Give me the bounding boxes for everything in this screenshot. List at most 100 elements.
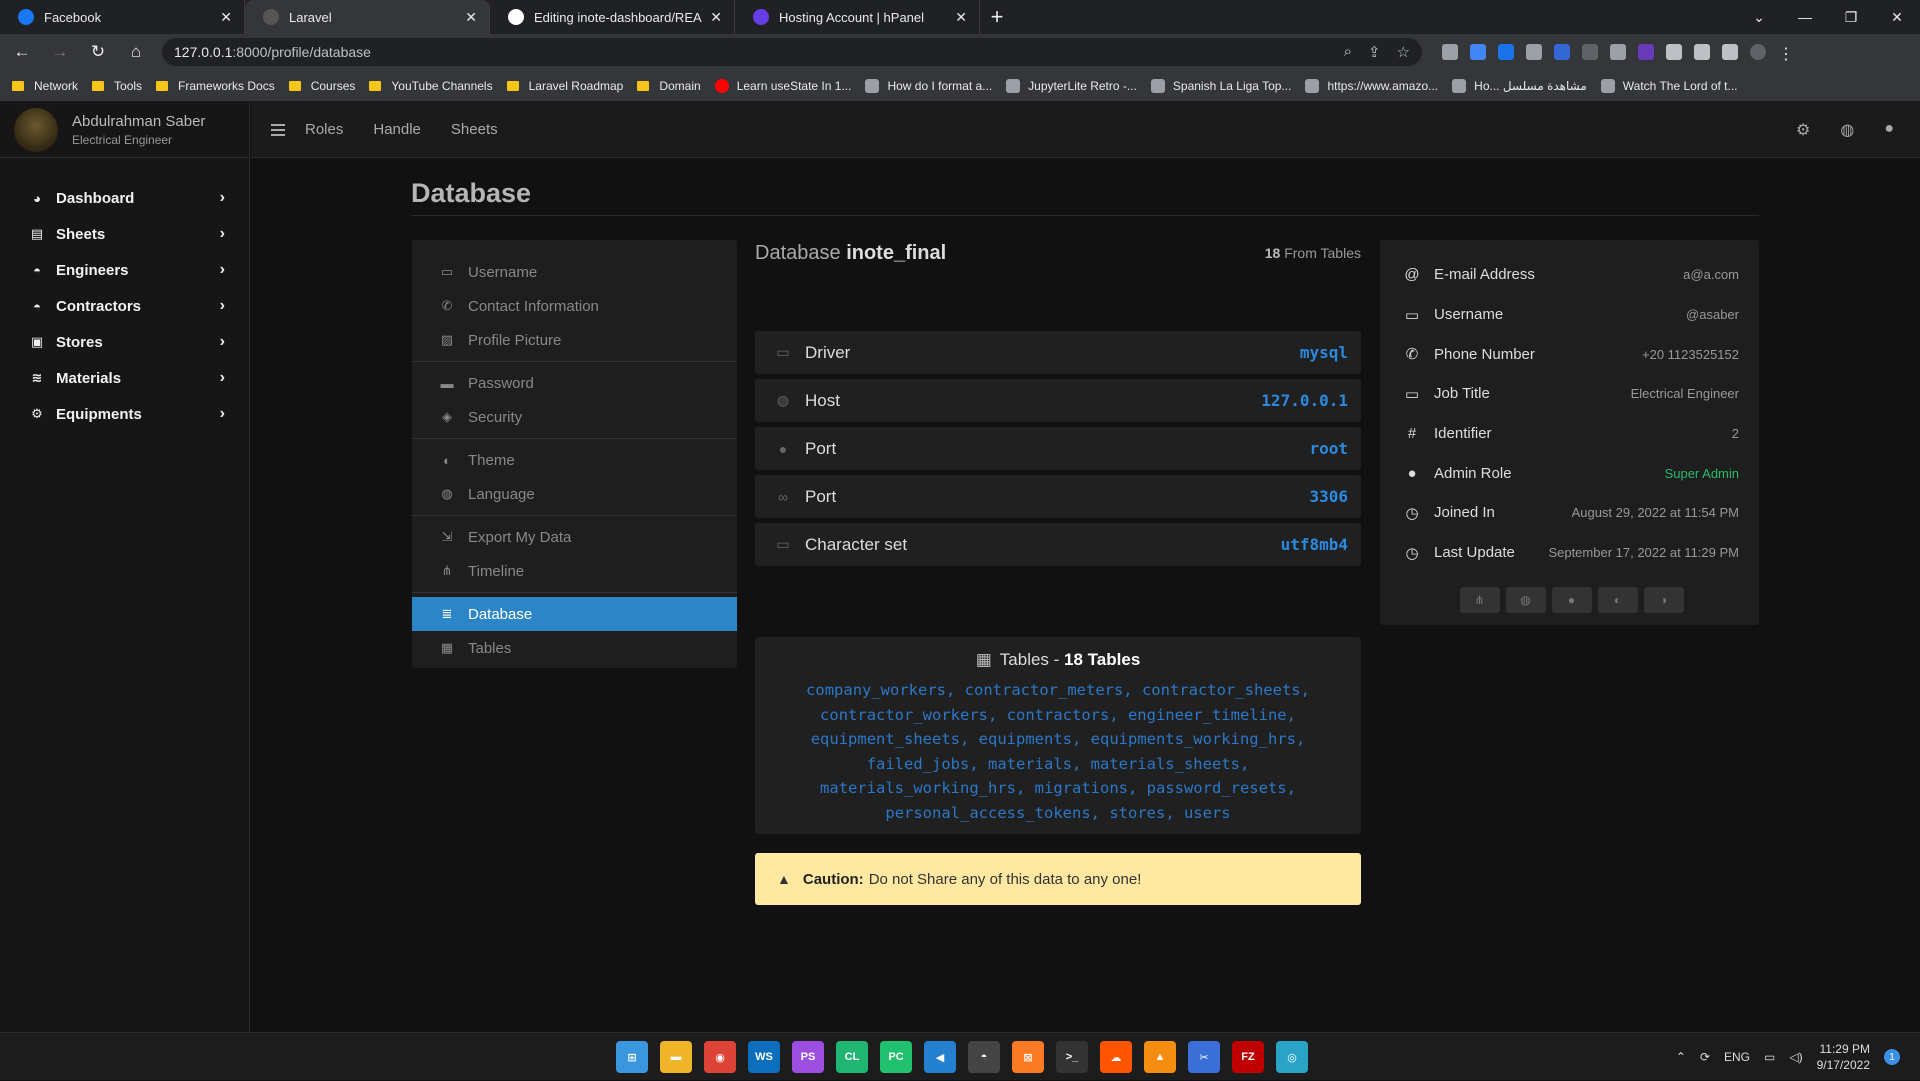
sidebar-item-equipments[interactable]: ⚙ Equipments › xyxy=(0,396,249,432)
bookmark-item[interactable]: Domain xyxy=(637,79,701,93)
home-button[interactable]: ⌂ xyxy=(120,36,152,68)
extension-icon[interactable] xyxy=(1638,44,1654,60)
gauge-app-icon[interactable]: ◎ xyxy=(1276,1041,1308,1073)
xampp-icon[interactable]: ⊠ xyxy=(1012,1041,1044,1073)
puzzle-icon[interactable] xyxy=(1666,44,1682,60)
language-icon[interactable]: ◑ xyxy=(1643,586,1684,613)
webstorm-icon[interactable]: WS xyxy=(748,1041,780,1073)
sidebar-item-dashboard[interactable]: ◕ Dashboard › xyxy=(0,180,249,216)
pycharm-icon[interactable]: PC xyxy=(880,1041,912,1073)
extension-icon[interactable] xyxy=(1498,44,1514,60)
sidebar-item-stores[interactable]: ▣ Stores › xyxy=(0,324,249,360)
hat-app-icon[interactable]: ◓ xyxy=(968,1041,1000,1073)
nav-roles[interactable]: Roles xyxy=(305,121,343,138)
sourcetree-icon[interactable]: ▲ xyxy=(1144,1041,1176,1073)
bookmark-item[interactable]: Courses xyxy=(288,79,355,93)
settings-item-username[interactable]: ▭ Username xyxy=(412,255,737,289)
extension-icon[interactable] xyxy=(1526,44,1542,60)
profile-icon[interactable] xyxy=(1750,44,1766,60)
bookmark-item[interactable]: YouTube Channels xyxy=(369,79,493,93)
translate-extension-icon[interactable] xyxy=(1470,44,1486,60)
settings-item-database[interactable]: ≣ Database xyxy=(412,597,737,631)
settings-item-contact-information[interactable]: ✆ Contact Information xyxy=(412,289,737,323)
close-tab-icon[interactable]: ✕ xyxy=(955,9,967,26)
side-panel-icon[interactable] xyxy=(1722,44,1738,60)
settings-item-tables[interactable]: ▦ Tables xyxy=(412,631,737,665)
sync-icon[interactable]: ⟳ xyxy=(1700,1050,1710,1064)
soundcloud-icon[interactable]: ☁ xyxy=(1100,1041,1132,1073)
close-tab-icon[interactable]: ✕ xyxy=(710,9,722,26)
close-tab-icon[interactable]: ✕ xyxy=(220,9,232,26)
nav-handle[interactable]: Handle xyxy=(373,121,421,138)
settings-gear-icon[interactable]: ⚙ xyxy=(1796,120,1810,140)
settings-item-security[interactable]: ◈ Security xyxy=(412,400,737,434)
close-tab-icon[interactable]: ✕ xyxy=(465,9,477,26)
palette-icon[interactable]: ◐ xyxy=(1597,586,1638,613)
bookmark-star-icon[interactable]: ☆ xyxy=(1397,43,1410,61)
settings-item-language[interactable]: ◍ Language xyxy=(412,477,737,511)
windows-start-icon[interactable]: ⊞ xyxy=(616,1041,648,1073)
bookmark-item[interactable]: Laravel Roadmap xyxy=(506,79,623,93)
reading-list-icon[interactable] xyxy=(1694,44,1710,60)
bookmark-item[interactable]: Network xyxy=(12,79,78,93)
bookmark-item[interactable]: Learn useState In 1... xyxy=(714,78,851,93)
bookmark-item[interactable]: Frameworks Docs xyxy=(156,79,275,93)
hamburger-icon[interactable] xyxy=(271,123,285,136)
terminal-icon[interactable]: >_ xyxy=(1056,1041,1088,1073)
extension-icon[interactable] xyxy=(1610,44,1626,60)
bookmark-item[interactable]: Ho... مشاهدة مسلسل xyxy=(1452,78,1587,93)
extension-icon[interactable] xyxy=(1442,44,1458,60)
volume-icon[interactable]: ◁) xyxy=(1789,1050,1802,1064)
vscode-icon[interactable]: ◀ xyxy=(924,1041,956,1073)
settings-item-export-my-data[interactable]: ⇲ Export My Data xyxy=(412,520,737,554)
share-icon[interactable]: ⇪ xyxy=(1368,43,1381,61)
settings-item-password[interactable]: ▬ Password xyxy=(412,366,737,400)
bookmark-item[interactable]: Watch The Lord of t... xyxy=(1600,78,1738,93)
browser-tab[interactable]: Facebook ✕ xyxy=(0,0,245,34)
extension-icon[interactable] xyxy=(1582,44,1598,60)
sidebar-item-materials[interactable]: ≋ Materials › xyxy=(0,360,249,396)
browser-tab[interactable]: Hosting Account | hPanel ✕ xyxy=(735,0,980,34)
bookmark-item[interactable]: How do I format a... xyxy=(865,78,992,93)
timeline-icon[interactable]: ⋔ xyxy=(1459,586,1500,613)
close-window-button[interactable]: ✕ xyxy=(1874,0,1920,34)
bookmark-item[interactable]: Tools xyxy=(92,79,142,93)
chrome-icon[interactable]: ◉ xyxy=(704,1041,736,1073)
tab-search-icon[interactable]: ⌄ xyxy=(1736,0,1782,34)
browser-tab[interactable]: Editing inote-dashboard/READM ✕ xyxy=(490,0,735,34)
filezilla-icon[interactable]: FZ xyxy=(1232,1041,1264,1073)
sidebar-profile[interactable]: Abdulrahman Saber Electrical Engineer xyxy=(0,102,249,158)
sidebar-item-sheets[interactable]: ▤ Sheets › xyxy=(0,216,249,252)
kebab-menu-icon[interactable]: ⋮ xyxy=(1778,44,1794,63)
new-tab-button[interactable]: + xyxy=(980,0,1014,34)
zoom-icon[interactable]: ⌕ xyxy=(1344,43,1352,61)
chevron-up-icon[interactable]: ⌃ xyxy=(1676,1050,1686,1064)
phpstorm-icon[interactable]: PS xyxy=(792,1041,824,1073)
sidebar-item-contractors[interactable]: ◓ Contractors › xyxy=(0,288,249,324)
bookmark-item[interactable]: JupyterLite Retro -... xyxy=(1006,78,1137,93)
sidebar-item-engineers[interactable]: ◓ Engineers › xyxy=(0,252,249,288)
extension-icon[interactable] xyxy=(1554,44,1570,60)
settings-item-theme[interactable]: ◐ Theme xyxy=(412,443,737,477)
restore-button[interactable]: ❐ xyxy=(1828,0,1874,34)
network-icon[interactable]: ▭ xyxy=(1764,1050,1775,1064)
language-indicator[interactable]: ENG xyxy=(1724,1050,1750,1064)
clock[interactable]: 11:29 PM 9/17/2022 xyxy=(1817,1041,1870,1073)
language-globe-icon[interactable]: ◍ xyxy=(1840,120,1854,140)
reload-button[interactable]: ↻ xyxy=(82,36,114,68)
users-icon[interactable]: ● xyxy=(1551,586,1592,613)
notification-badge[interactable]: 1 xyxy=(1884,1049,1900,1065)
settings-item-profile-picture[interactable]: ▨ Profile Picture xyxy=(412,323,737,357)
user-icon[interactable]: ● xyxy=(1884,120,1894,140)
address-bar[interactable]: i 127.0.0.1:8000/profile/database ⌕ ⇪ ☆ xyxy=(162,38,1426,193)
minimize-button[interactable]: — xyxy=(1782,0,1828,34)
settings-item-timeline[interactable]: ⋔ Timeline xyxy=(412,554,737,588)
bookmark-item[interactable]: Spanish La Liga Top... xyxy=(1150,78,1291,93)
nav-sheets[interactable]: Sheets xyxy=(451,121,498,138)
globe-icon[interactable]: ◍ xyxy=(1505,586,1546,613)
back-button[interactable]: ← xyxy=(6,36,38,68)
file-explorer-icon[interactable]: ▬ xyxy=(660,1041,692,1073)
browser-tab[interactable]: Laravel ✕ xyxy=(245,0,490,34)
clion-icon[interactable]: CL xyxy=(836,1041,868,1073)
bookmark-item[interactable]: https://www.amazo... xyxy=(1305,78,1438,93)
